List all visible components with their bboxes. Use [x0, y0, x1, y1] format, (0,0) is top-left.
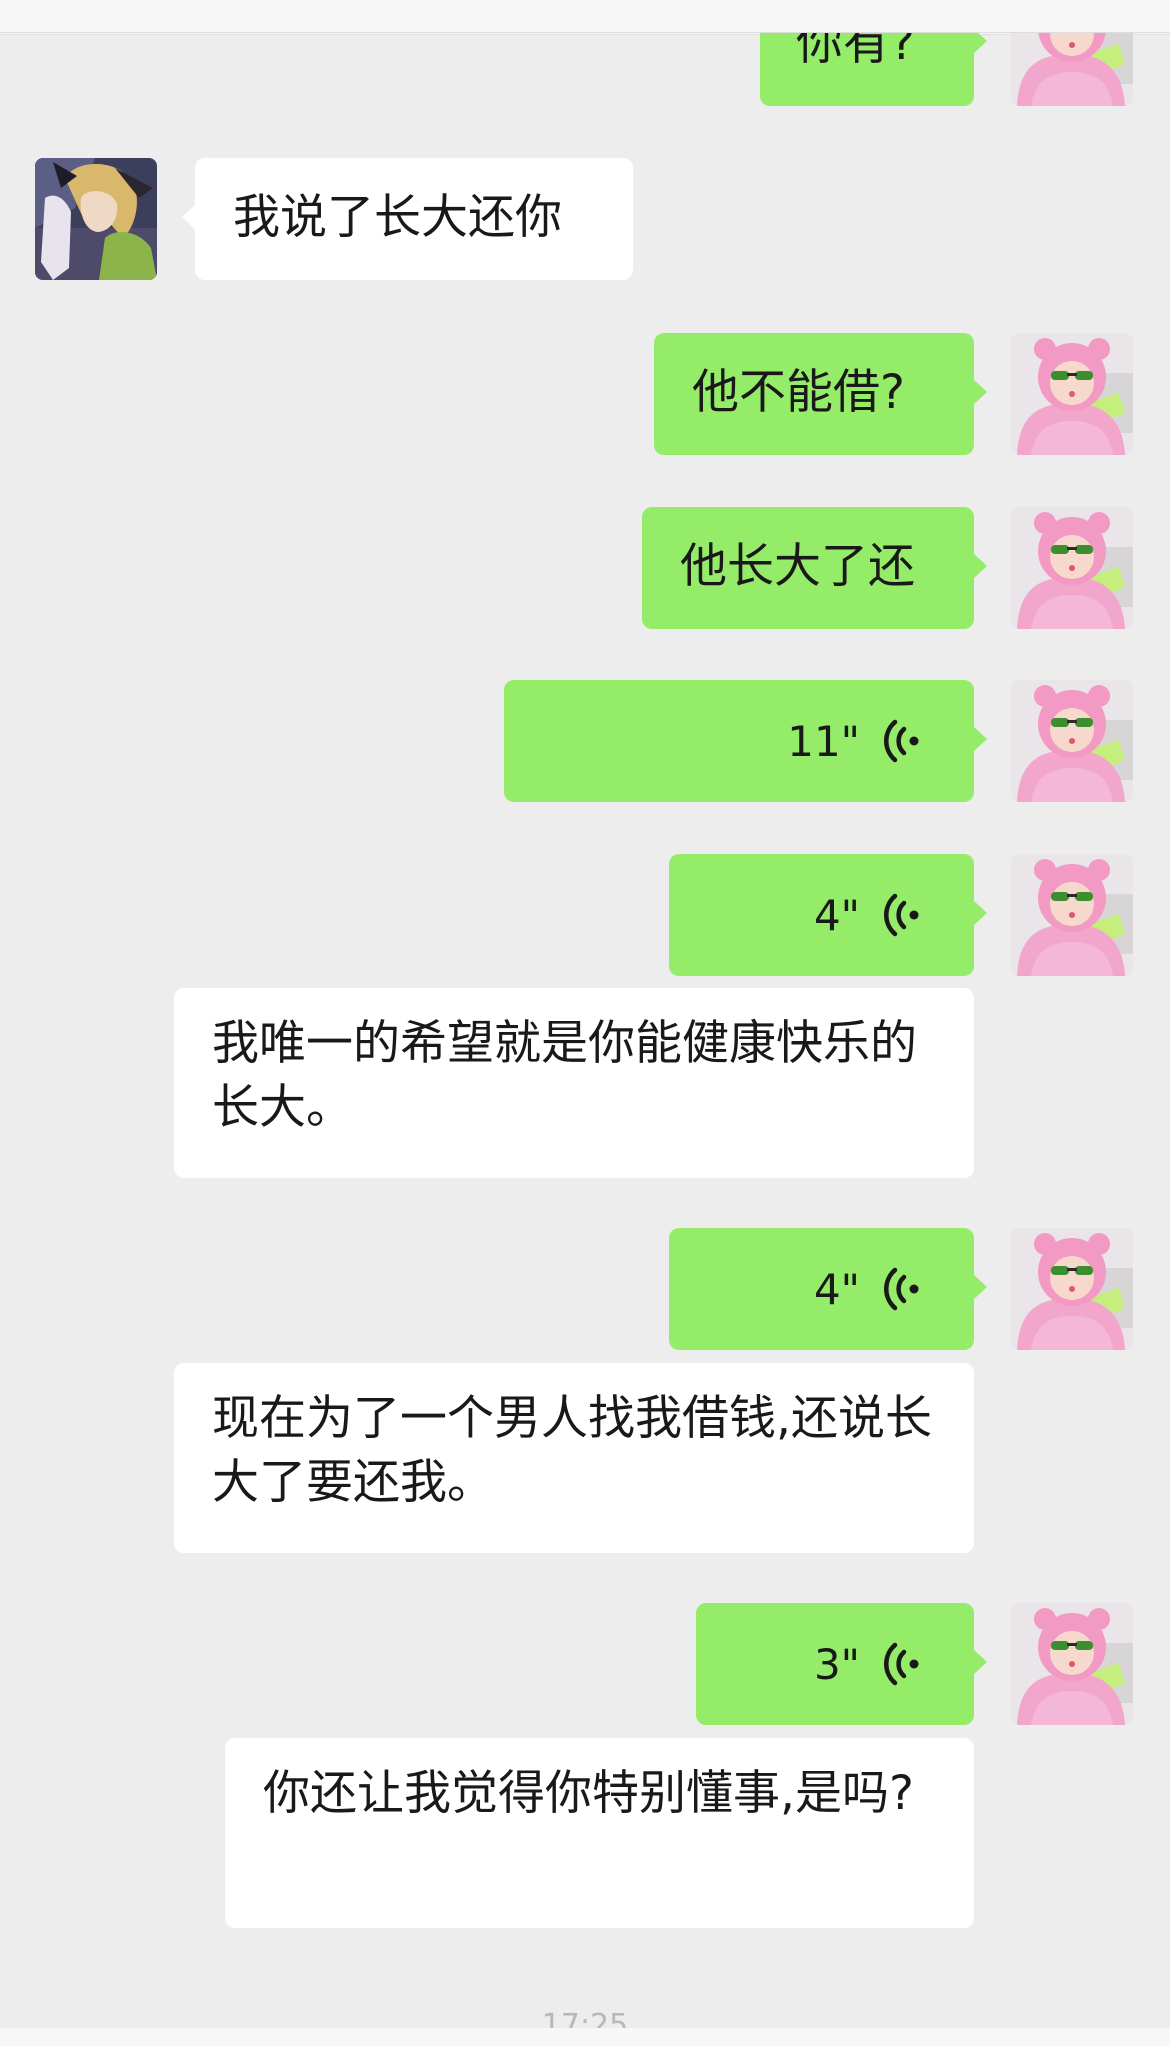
- sent-voice-bubble[interactable]: 4": [669, 854, 987, 976]
- voice-duration: 11": [787, 716, 860, 766]
- message-text: 现在为了一个男人找我借钱,还说长大了要还我。: [212, 1391, 932, 1510]
- bottom-bar: [0, 2028, 1170, 2046]
- voice-duration: 3": [813, 1639, 860, 1689]
- my-avatar[interactable]: [1011, 854, 1133, 976]
- contact-avatar[interactable]: [35, 158, 157, 280]
- voice-wave-icon: [882, 1642, 922, 1686]
- voice-wave-icon: [882, 1267, 922, 1311]
- received-text-bubble[interactable]: 我说了长大还你: [182, 158, 633, 280]
- sent-voice-bubble[interactable]: 4": [669, 1228, 987, 1350]
- voice-duration: 4": [813, 1264, 860, 1314]
- voice-content: 3": [814, 1603, 922, 1725]
- received-text-bubble[interactable]: 你还让我觉得你特别懂事,是吗?: [225, 1738, 974, 1928]
- message-text: 他不能借?: [692, 365, 905, 420]
- voice-wave-icon: [882, 893, 922, 937]
- message-text: 你还让我觉得你特别懂事,是吗?: [263, 1766, 914, 1821]
- my-avatar[interactable]: [1011, 333, 1133, 455]
- sent-voice-bubble[interactable]: 3": [696, 1603, 987, 1725]
- received-text-bubble[interactable]: 我唯一的希望就是你能健康快乐的长大。: [174, 988, 974, 1178]
- my-avatar[interactable]: [1011, 1228, 1133, 1350]
- sent-text-bubble[interactable]: 他不能借?: [654, 333, 987, 455]
- message-text: 我说了长大还你: [233, 190, 562, 245]
- sent-voice-bubble[interactable]: 11": [504, 680, 987, 802]
- my-avatar[interactable]: [1011, 680, 1133, 802]
- voice-content: 4": [814, 1228, 922, 1350]
- received-text-bubble[interactable]: 现在为了一个男人找我借钱,还说长大了要还我。: [174, 1363, 974, 1553]
- voice-duration: 4": [813, 890, 860, 940]
- my-avatar[interactable]: [1011, 507, 1133, 629]
- message-text: 我唯一的希望就是你能健康快乐的长大。: [212, 1016, 917, 1135]
- voice-wave-icon: [882, 719, 922, 763]
- status-bar-overlay: [0, 0, 1170, 33]
- sent-text-bubble[interactable]: 他长大了还: [642, 507, 987, 629]
- voice-content: 4": [814, 854, 922, 976]
- voice-content: 11": [787, 680, 922, 802]
- my-avatar[interactable]: [1011, 1603, 1133, 1725]
- message-text: 他长大了还: [680, 539, 915, 594]
